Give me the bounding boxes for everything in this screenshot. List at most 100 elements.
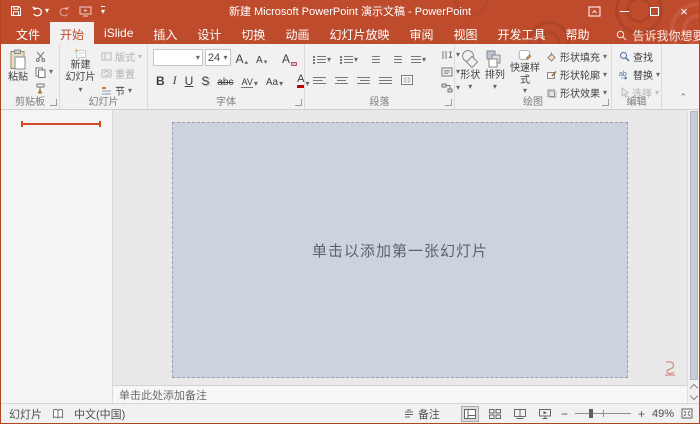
shape-fill-button[interactable]: 形状填充 ▾ xyxy=(544,49,609,64)
slide-thumbnail-pane[interactable] xyxy=(1,110,113,403)
new-slide-button[interactable]: 新建 幻灯片 ▾ xyxy=(64,47,97,95)
align-right-button[interactable] xyxy=(354,69,373,85)
close-button[interactable]: × xyxy=(669,0,699,22)
zoom-in-button[interactable]: + xyxy=(638,408,645,420)
columns-button[interactable] xyxy=(398,69,416,85)
increase-indent-button[interactable] xyxy=(386,48,405,64)
clear-formatting-button[interactable]: A xyxy=(279,50,300,66)
tab-transitions[interactable]: 切换 xyxy=(231,22,275,44)
slide-canvas[interactable]: 单击以添加第一张幻灯片 xyxy=(172,122,628,378)
text-shadow-icon: S xyxy=(201,73,210,88)
paste-button[interactable]: 粘贴 xyxy=(5,47,31,95)
slide-sorter-view-button[interactable] xyxy=(486,406,504,422)
tab-view[interactable]: 视图 xyxy=(443,22,487,44)
shape-outline-button[interactable]: 形状轮廓 ▾ xyxy=(544,67,609,82)
customize-qat-button[interactable]: ▾ xyxy=(101,6,106,16)
collapse-ribbon-button[interactable]: ⌃ xyxy=(679,92,687,103)
tab-insert[interactable]: 插入 xyxy=(143,22,187,44)
cut-button[interactable] xyxy=(33,49,55,63)
save-button[interactable] xyxy=(10,5,22,17)
shapes-button[interactable]: 形状 ▾ xyxy=(459,47,482,95)
fit-to-window-icon[interactable] xyxy=(681,408,693,419)
slide-counter[interactable]: 幻灯片 xyxy=(9,406,42,422)
undo-button[interactable]: ▾ xyxy=(31,6,49,17)
clipboard-small-buttons: ▾ xyxy=(33,47,55,95)
find-button[interactable]: 查找 xyxy=(617,49,662,64)
language-status[interactable]: 中文(中国) xyxy=(74,406,125,422)
zoom-out-button[interactable]: − xyxy=(561,408,568,420)
italic-button[interactable]: I xyxy=(170,72,180,88)
bullets-button[interactable]: ▾ xyxy=(310,48,334,64)
ribbon-display-options-button[interactable] xyxy=(579,0,609,22)
scrollbar-thumb[interactable] xyxy=(689,111,698,380)
drawing-dialog-launcher[interactable] xyxy=(602,99,609,106)
decrease-indent-button[interactable] xyxy=(364,48,383,64)
tab-home[interactable]: 开始 xyxy=(50,22,95,44)
reading-view-button[interactable] xyxy=(511,406,529,422)
tab-file[interactable]: 文件 xyxy=(6,22,50,44)
line-spacing-button[interactable]: ▾ xyxy=(408,48,429,64)
start-slideshow-button[interactable] xyxy=(79,6,92,17)
slide-placeholder-text[interactable]: 单击以添加第一张幻灯片 xyxy=(312,240,488,261)
tab-developer[interactable]: 开发工具 xyxy=(488,22,556,44)
change-case-dropdown-arrow: ▾ xyxy=(279,78,284,88)
tab-islide[interactable]: iSlide xyxy=(94,22,143,44)
normal-view-icon xyxy=(463,408,476,419)
paragraph-dialog-launcher[interactable] xyxy=(445,99,452,106)
ribbon: 粘贴 ▾ 剪贴板 新建 幻灯片 ▾ 版式 ▾ 重置 节 ▾ 幻灯片 ▾ 24 ▾… xyxy=(1,44,699,110)
line-spacing-dropdown-arrow: ▾ xyxy=(422,55,427,64)
notes-toggle-button[interactable]: 备注 xyxy=(404,406,440,422)
character-spacing-button[interactable]: AV ▾ xyxy=(238,72,260,88)
numbering-button[interactable]: ▾ xyxy=(337,48,361,64)
justify-icon xyxy=(379,76,392,85)
tab-design[interactable]: 设计 xyxy=(187,22,231,44)
slideshow-view-button[interactable] xyxy=(536,406,554,422)
font-dialog-launcher[interactable] xyxy=(295,99,302,106)
grow-font-button[interactable]: A ▴ xyxy=(233,50,252,66)
normal-view-button[interactable] xyxy=(460,405,479,422)
clipboard-dialog-launcher[interactable] xyxy=(50,99,57,106)
justify-button[interactable] xyxy=(376,69,395,85)
shape-fill-label: 形状填充 xyxy=(559,53,600,64)
copy-dropdown-arrow[interactable]: ▾ xyxy=(49,68,53,76)
vertical-scrollbar[interactable] xyxy=(687,110,699,403)
align-center-button[interactable] xyxy=(332,69,351,85)
notes-placeholder-text[interactable]: 单击此处添加备注 xyxy=(119,387,207,403)
shrink-font-button[interactable]: A ▾ xyxy=(253,50,270,66)
notes-pane[interactable]: 单击此处添加备注 xyxy=(113,385,687,403)
change-case-button[interactable]: Aa ▾ xyxy=(263,72,286,88)
window-controls: × xyxy=(579,0,699,22)
reset-label: 重置 xyxy=(114,70,135,81)
layout-button[interactable]: 版式 ▾ xyxy=(99,49,144,64)
copy-button[interactable]: ▾ xyxy=(33,65,55,79)
reset-button[interactable]: 重置 xyxy=(99,66,144,81)
font-size-combo[interactable]: 24 ▾ xyxy=(204,49,231,66)
tab-animations[interactable]: 动画 xyxy=(275,22,319,44)
tab-slideshow[interactable]: 幻灯片放映 xyxy=(319,22,399,44)
undo-dropdown-arrow[interactable]: ▾ xyxy=(45,7,49,15)
arrange-button[interactable]: 排列 ▾ xyxy=(484,47,507,95)
next-slide-button[interactable] xyxy=(690,394,698,399)
maximize-button[interactable] xyxy=(639,0,669,22)
redo-button[interactable] xyxy=(58,6,70,17)
tab-help[interactable]: 帮助 xyxy=(556,22,600,44)
reset-icon xyxy=(101,69,112,78)
spell-check-icon[interactable] xyxy=(52,408,64,420)
minimize-button[interactable] xyxy=(609,0,639,22)
align-left-button[interactable] xyxy=(310,69,329,85)
tell-me-box[interactable]: 告诉我你想要做什么 xyxy=(600,22,700,44)
underline-button[interactable]: U xyxy=(182,72,197,88)
bold-button[interactable]: B xyxy=(153,72,168,88)
zoom-slider-thumb[interactable] xyxy=(588,409,593,418)
shrink-font-icon: A xyxy=(256,54,263,66)
text-shadow-button[interactable]: S xyxy=(198,72,212,88)
previous-slide-button[interactable] xyxy=(690,383,698,388)
zoom-level[interactable]: 49% xyxy=(652,408,674,420)
strikethrough-button[interactable]: abc xyxy=(214,72,236,88)
tab-review[interactable]: 审阅 xyxy=(399,22,443,44)
zoom-slider[interactable] xyxy=(574,409,631,418)
quick-styles-button[interactable]: 快速样式 ▾ xyxy=(508,47,542,95)
replace-button[interactable]: ab 替换 ▾ xyxy=(617,67,662,82)
font-name-combo[interactable]: ▾ xyxy=(153,49,203,66)
character-spacing-icon: AV xyxy=(241,76,253,88)
